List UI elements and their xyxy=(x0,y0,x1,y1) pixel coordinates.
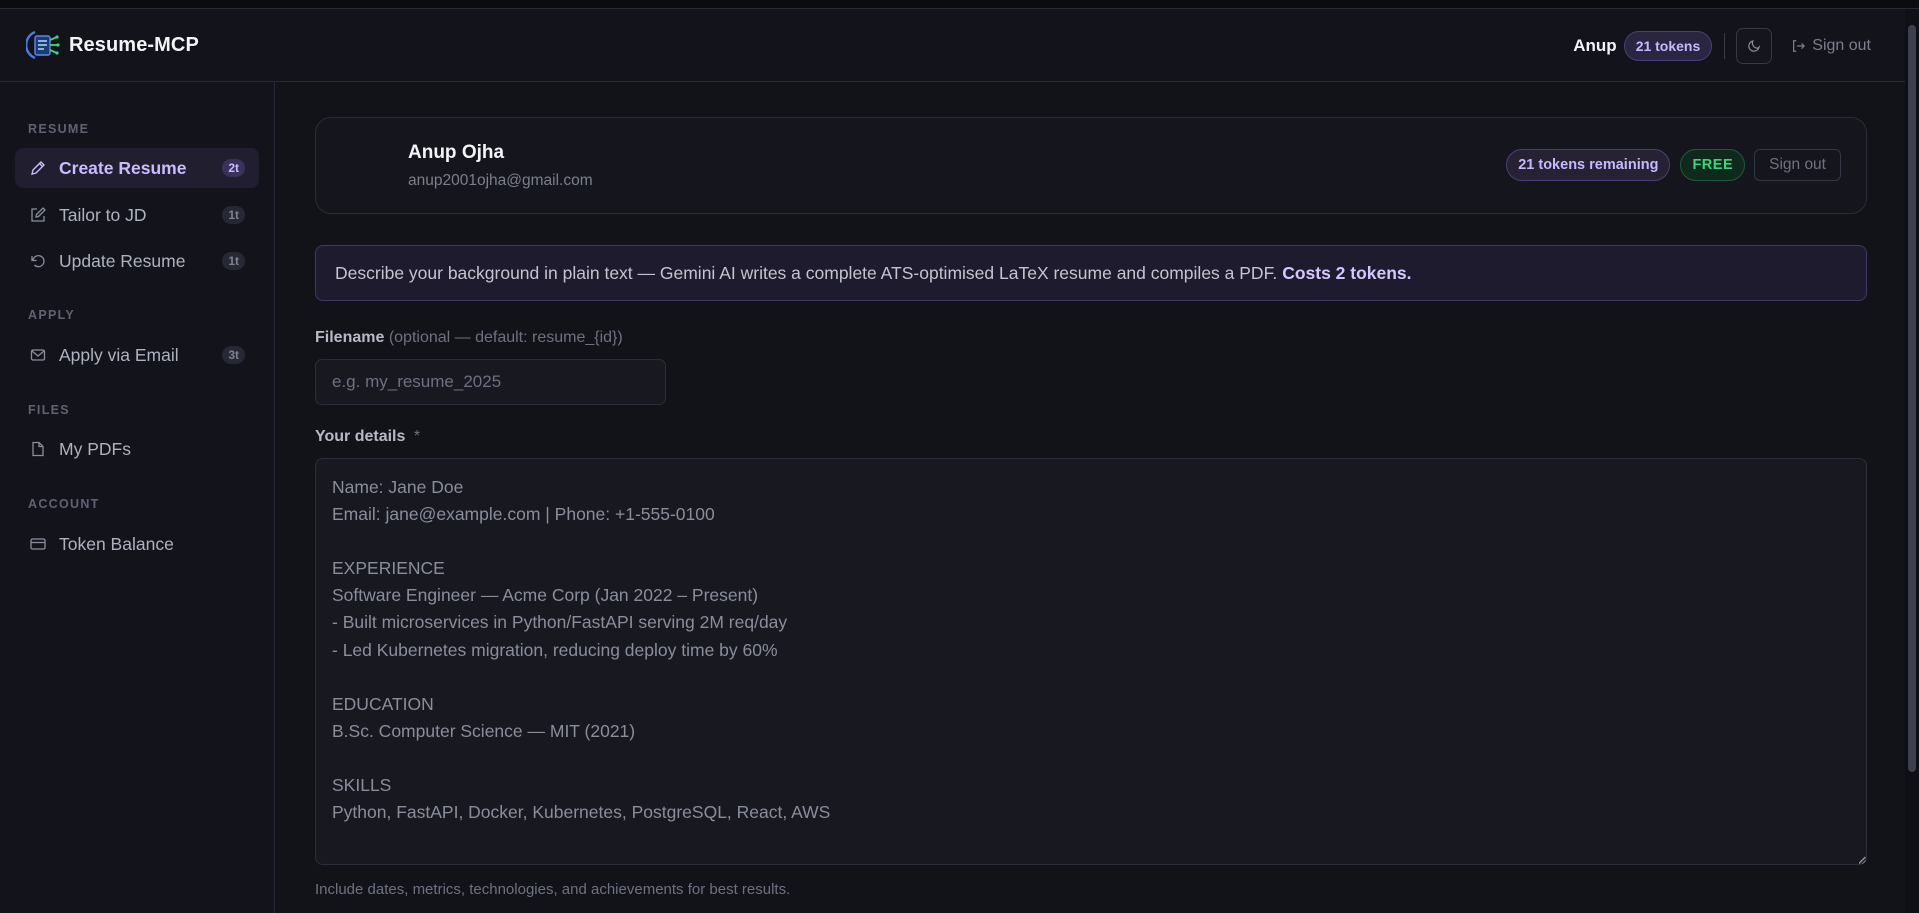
token-cost-badge: 1t xyxy=(222,206,245,224)
header-actions: Anup 21 tokens Sign out xyxy=(1573,9,1871,82)
details-help-text: Include dates, metrics, technologies, an… xyxy=(315,881,791,898)
token-cost-badge: 1t xyxy=(222,252,245,270)
header-user-name: Anup xyxy=(1573,35,1617,55)
required-marker: * xyxy=(413,428,421,445)
resize-handle-icon[interactable] xyxy=(1858,856,1866,864)
profile-card: Anup Ojha anup2001ojha@gmail.com 21 toke… xyxy=(315,117,1867,214)
sidebar-section-apply: APPLY xyxy=(28,308,76,322)
details-label: Your details * xyxy=(315,428,420,446)
header-sign-out-label: Sign out xyxy=(1812,36,1871,54)
sign-out-icon xyxy=(1793,39,1806,52)
theme-toggle-button[interactable] xyxy=(1736,27,1773,64)
window-top-edge xyxy=(0,0,1919,9)
sidebar-section-files: FILES xyxy=(28,403,70,417)
mail-icon xyxy=(30,347,46,363)
tokens-remaining-badge: 21 tokens remaining xyxy=(1506,149,1671,181)
info-banner: Describe your background in plain text —… xyxy=(315,245,1867,301)
sidebar-item-token-balance[interactable]: Token Balance xyxy=(15,524,259,564)
token-count-pill: 21 tokens xyxy=(1623,30,1713,61)
app-header: Resume-MCP Anup 21 tokens Sign out xyxy=(0,9,1905,82)
page-scrollbar[interactable] xyxy=(1905,9,1919,913)
info-cost: Costs 2 tokens. xyxy=(1282,262,1412,283)
profile-name: Anup Ojha xyxy=(408,142,505,163)
profile-email: anup2001ojha@gmail.com xyxy=(408,172,593,189)
scrollbar-thumb[interactable] xyxy=(1908,25,1916,772)
sidebar-item-label: Apply via Email xyxy=(59,344,179,365)
sidebar-section-resume: RESUME xyxy=(28,122,90,136)
app-name: Resume-MCP xyxy=(69,33,199,56)
refresh-icon xyxy=(30,253,46,269)
details-label-text: Your details xyxy=(315,428,406,445)
details-textarea[interactable] xyxy=(315,458,1867,865)
file-icon xyxy=(30,441,46,457)
sidebar-section-account: ACCOUNT xyxy=(28,497,100,511)
sidebar: RESUME Create Resume 2t Tailor to JD 1t … xyxy=(0,82,275,913)
profile-actions: 21 tokens remaining FREE Sign out xyxy=(1506,149,1841,181)
sidebar-item-label: Update Resume xyxy=(59,250,186,271)
profile-sign-out-button[interactable]: Sign out xyxy=(1754,149,1841,181)
sidebar-item-label: My PDFs xyxy=(59,438,131,459)
sidebar-item-create-resume[interactable]: Create Resume 2t xyxy=(15,148,259,188)
sidebar-item-my-pdfs[interactable]: My PDFs xyxy=(15,429,259,469)
sidebar-item-update-resume[interactable]: Update Resume 1t xyxy=(15,241,259,281)
filename-input[interactable] xyxy=(315,359,666,405)
card-icon xyxy=(30,536,46,552)
token-cost-badge: 3t xyxy=(222,346,245,364)
filename-label-text: Filename xyxy=(315,329,385,346)
filename-label: Filename (optional — default: resume_{id… xyxy=(315,329,623,347)
sidebar-item-label: Tailor to JD xyxy=(59,204,147,225)
main-content: Anup Ojha anup2001ojha@gmail.com 21 toke… xyxy=(276,82,1905,913)
edit-icon xyxy=(30,207,46,223)
pen-icon xyxy=(30,160,46,176)
info-text: Describe your background in plain text —… xyxy=(335,262,1278,283)
sidebar-item-tailor-to-jd[interactable]: Tailor to JD 1t xyxy=(15,195,259,235)
filename-hint: (optional — default: resume_{id}) xyxy=(388,329,623,346)
brand[interactable]: Resume-MCP xyxy=(26,28,199,62)
sidebar-item-label: Token Balance xyxy=(59,533,174,554)
logo-icon xyxy=(26,30,60,60)
moon-icon xyxy=(1748,40,1760,52)
sidebar-item-apply-via-email[interactable]: Apply via Email 3t xyxy=(15,335,259,375)
plan-badge: FREE xyxy=(1680,149,1746,181)
header-sign-out-button[interactable]: Sign out xyxy=(1791,37,1871,55)
token-cost-badge: 2t xyxy=(222,159,245,177)
sidebar-item-label: Create Resume xyxy=(59,157,187,178)
header-divider xyxy=(1724,32,1726,59)
